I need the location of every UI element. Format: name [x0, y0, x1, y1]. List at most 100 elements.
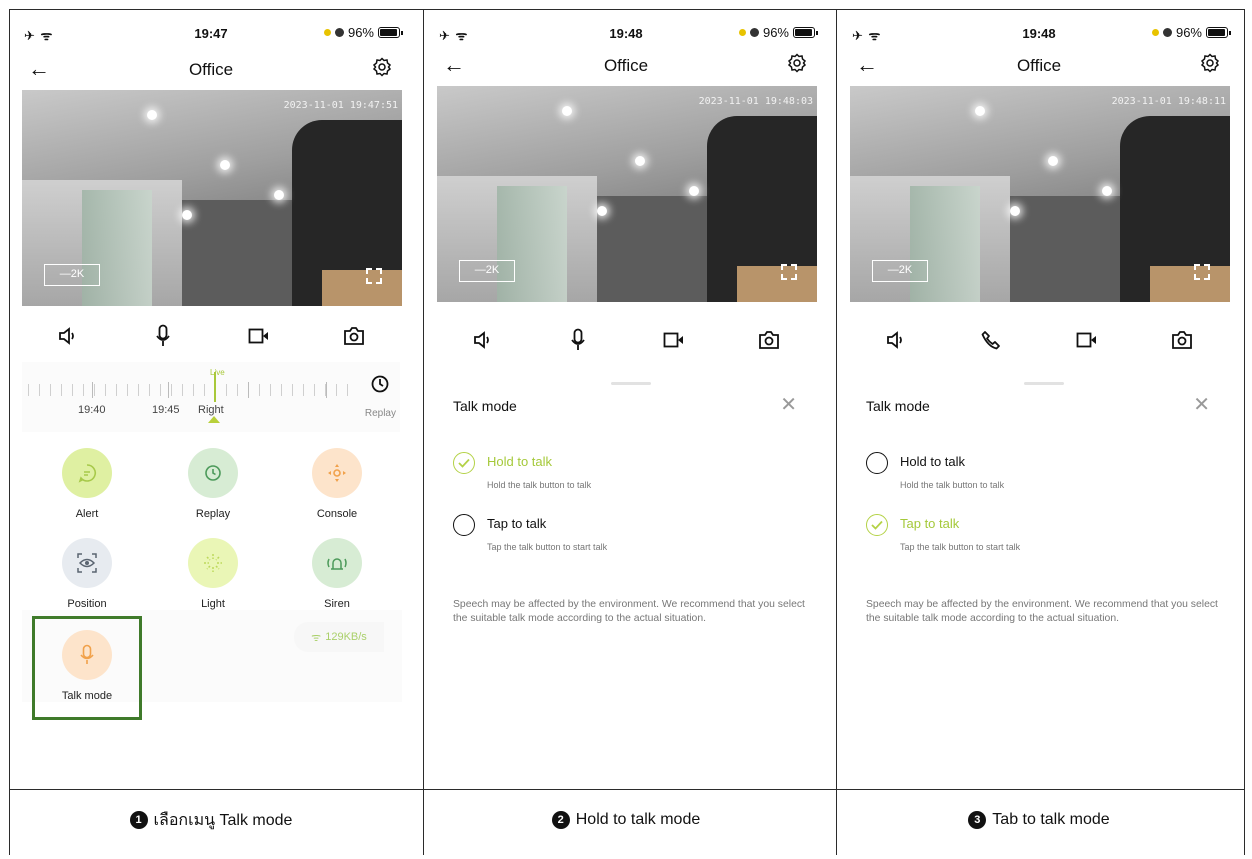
control-bar — [425, 322, 827, 358]
recording-dot-icon — [1151, 29, 1159, 36]
option-description: Hold the talk button to talk — [900, 480, 1005, 490]
snapshot-camera-icon[interactable] — [336, 321, 372, 351]
feature-replay[interactable]: Replay — [168, 448, 258, 520]
control-bar — [838, 322, 1240, 358]
feature-siren[interactable]: Siren — [292, 538, 382, 610]
control-bar — [10, 318, 412, 354]
quality-toggle-button[interactable]: —2K — [44, 264, 100, 286]
battery-percent: 96% — [1175, 25, 1202, 40]
fullscreen-icon[interactable] — [366, 268, 382, 284]
battery-icon — [793, 27, 818, 38]
nav-bar: ← Office — [838, 50, 1240, 82]
timeline-label: 19:40 — [78, 404, 106, 416]
nav-bar: ← Office — [10, 54, 412, 86]
snapshot-camera-icon[interactable] — [751, 325, 787, 355]
step-number: 2 — [551, 811, 570, 829]
timeline-pointer-icon — [208, 416, 220, 423]
video-timestamp: 2023-11-01 19:47:51 — [283, 100, 398, 111]
light-sparkle-icon — [188, 538, 238, 588]
table-border-right — [1244, 9, 1245, 855]
page-title: Office — [188, 60, 234, 79]
console-dpad-icon — [312, 448, 362, 498]
replay-label[interactable]: Replay — [365, 408, 396, 419]
network-speed: 129KB/s — [325, 631, 367, 643]
feature-label: Console — [316, 508, 358, 520]
fullscreen-icon[interactable] — [781, 264, 797, 280]
speaker-icon[interactable] — [50, 321, 86, 351]
nav-bar: ← Office — [425, 50, 827, 82]
record-video-icon[interactable] — [1069, 325, 1105, 355]
page-title: Office — [603, 56, 649, 75]
step-number: 1 — [129, 811, 148, 829]
camera-live-view[interactable]: 2023-11-01 19:48:11 —2K — [850, 86, 1230, 302]
sheet-note: Speech may be affected by the environmen… — [866, 599, 1218, 624]
feature-label: Replay — [195, 508, 231, 520]
sheet-drag-handle[interactable] — [1024, 382, 1064, 385]
settings-gear-icon[interactable] — [372, 57, 392, 82]
quality-toggle-button[interactable]: —2K — [872, 260, 928, 282]
playback-timeline[interactable]: Live 19:40 19:45 Right Replay — [22, 362, 400, 432]
battery-percent: 96% — [762, 25, 789, 40]
feature-light[interactable]: Light — [168, 538, 258, 610]
feature-alert[interactable]: Alert — [42, 448, 132, 520]
status-bar: ✈ ᯤ 19:48 96% — [425, 24, 827, 44]
alert-message-icon — [62, 448, 112, 498]
battery-icon — [378, 27, 403, 38]
feature-label: Position — [67, 598, 107, 610]
close-icon[interactable]: ✕ — [780, 392, 797, 417]
sheet-title: Talk mode — [866, 398, 930, 414]
radio-unchecked-icon[interactable] — [453, 514, 475, 536]
sheet-drag-handle[interactable] — [611, 382, 651, 385]
snapshot-camera-icon[interactable] — [1164, 325, 1200, 355]
camera-live-view[interactable]: 2023-11-01 19:48:03 —2K — [437, 86, 817, 302]
timeline-label: Right — [198, 404, 224, 416]
replay-history-icon[interactable] — [370, 374, 390, 399]
option-name: Hold to talk — [487, 454, 553, 469]
caption-1: 1 เลือกเมนู Talk mode — [10, 790, 412, 850]
caption-3: 3 Tab to talk mode — [838, 790, 1240, 850]
feature-label: Light — [201, 598, 225, 610]
caption-2: 2 Hold to talk mode — [425, 790, 827, 850]
option-description: Tap the talk button to start talk — [900, 542, 1021, 552]
table-border-mid2 — [836, 9, 837, 855]
feature-position[interactable]: Position — [42, 538, 132, 610]
step-number: 3 — [968, 811, 987, 829]
phone-screen-2: ✈ ᯤ 19:48 96% ← Office 2023-11-01 19:48:… — [425, 10, 827, 788]
talk-mode-highlight-box — [32, 616, 142, 720]
microphone-icon[interactable] — [560, 325, 596, 355]
option-name: Hold to talk — [900, 454, 966, 469]
page-title: Office — [1016, 56, 1062, 75]
settings-gear-icon[interactable] — [787, 53, 807, 78]
position-eye-icon — [62, 538, 112, 588]
speaker-icon[interactable] — [878, 325, 914, 355]
battery-icon — [1206, 27, 1231, 38]
battery-percent: 96% — [347, 25, 374, 40]
caption-text: เลือกเมนู Talk mode — [153, 811, 293, 829]
radio-unchecked-icon[interactable] — [866, 452, 888, 474]
sheet-title: Talk mode — [453, 398, 517, 414]
close-icon[interactable]: ✕ — [1193, 392, 1210, 417]
sheet-note: Speech may be affected by the environmen… — [453, 599, 805, 624]
microphone-icon[interactable] — [145, 321, 181, 351]
caption-text: Tab to talk mode — [992, 811, 1110, 828]
alarm-icon — [1162, 28, 1172, 37]
radio-checked-icon[interactable] — [866, 514, 888, 536]
camera-live-view[interactable]: 2023-11-01 19:47:51 —2K — [22, 90, 402, 306]
alarm-icon — [334, 28, 344, 37]
recording-dot-icon — [738, 29, 746, 36]
speaker-icon[interactable] — [465, 325, 501, 355]
settings-gear-icon[interactable] — [1200, 53, 1220, 78]
option-description: Tap the talk button to start talk — [487, 542, 608, 552]
quality-toggle-button[interactable]: —2K — [459, 260, 515, 282]
video-timestamp: 2023-11-01 19:48:11 — [1111, 96, 1226, 107]
phone-call-icon[interactable] — [973, 325, 1009, 355]
network-speed-badge: ᯤ 129KB/s — [294, 622, 384, 652]
phone-screen-1: ✈ ᯤ 19:47 96% ← Office 2023-11-01 19:47:… — [10, 10, 412, 788]
status-bar: ✈ ᯤ 19:48 96% — [838, 24, 1240, 44]
record-video-icon[interactable] — [241, 321, 277, 351]
option-description: Hold the talk button to talk — [487, 480, 592, 490]
radio-checked-icon[interactable] — [453, 452, 475, 474]
feature-console[interactable]: Console — [292, 448, 382, 520]
record-video-icon[interactable] — [656, 325, 692, 355]
fullscreen-icon[interactable] — [1194, 264, 1210, 280]
